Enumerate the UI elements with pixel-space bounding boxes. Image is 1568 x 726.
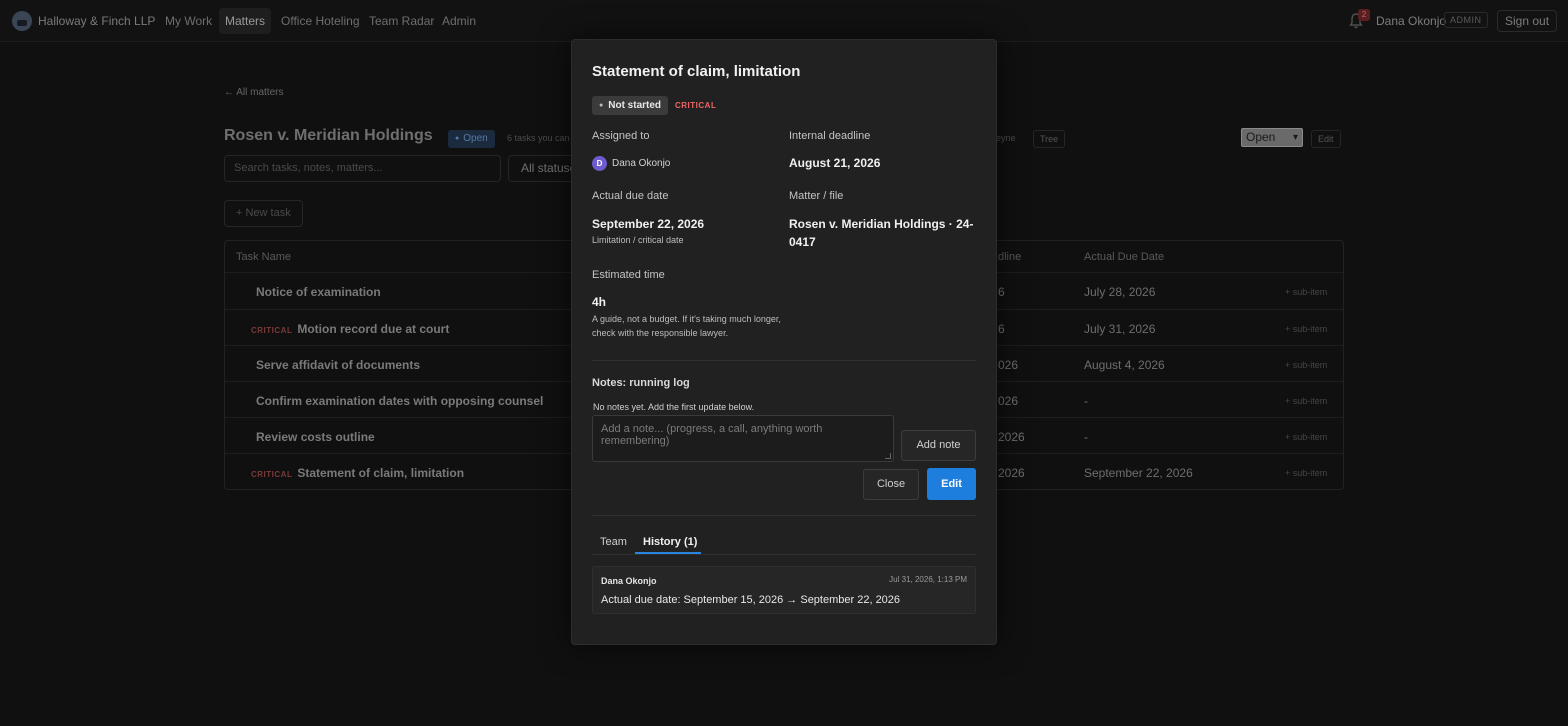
task-deadline: 6 xyxy=(998,322,1005,336)
task-deadline: 026 xyxy=(998,394,1019,408)
task-name: Review costs outline xyxy=(256,430,375,444)
role-badge: ADMIN xyxy=(1444,12,1488,28)
back-to-matters-link[interactable]: ← All matters xyxy=(224,87,283,98)
column-header-deadline[interactable]: dline xyxy=(998,251,1021,263)
task-status-badge: Not started xyxy=(592,96,669,115)
assignee-name: Dana Okonjo xyxy=(612,158,671,169)
search-input[interactable]: Search tasks, notes, matters... xyxy=(224,155,501,182)
add-sub-item-link[interactable]: + sub-item xyxy=(1285,324,1327,334)
matter-file-value: Rosen v. Meridian Holdings · 24-0417 xyxy=(789,217,974,249)
history-change: Actual due date: September 15, 2026 → Se… xyxy=(601,594,901,606)
critical-tag: CRITICAL xyxy=(251,470,293,479)
critical-tag: CRITICAL xyxy=(251,326,293,335)
internal-deadline-value: August 21, 2026 xyxy=(789,156,881,170)
task-name: Confirm examination dates with opposing … xyxy=(256,394,544,408)
column-header-task-name[interactable]: Task Name xyxy=(236,251,291,263)
nav-office-hoteling[interactable]: Office Hoteling xyxy=(275,8,366,34)
internal-deadline-label: Internal deadline xyxy=(789,130,871,142)
nav-admin[interactable]: Admin xyxy=(436,8,482,34)
add-sub-item-link[interactable]: + sub-item xyxy=(1285,432,1327,442)
actual-due-label: Actual due date xyxy=(592,190,669,202)
critical-priority-tag: CRITICAL xyxy=(675,101,717,110)
estimated-time-label: Estimated time xyxy=(592,269,665,281)
task-actual-due: July 31, 2026 xyxy=(1084,322,1156,336)
notification-count-badge: 2 xyxy=(1358,9,1370,21)
nav-my-work[interactable]: My Work xyxy=(159,8,218,34)
matter-title: Rosen v. Meridian Holdings xyxy=(224,127,433,144)
partial-text: eyne xyxy=(996,133,1016,143)
notes-empty-message: No notes yet. Add the first update below… xyxy=(593,402,755,412)
estimated-time-value: 4h xyxy=(592,295,607,309)
task-name: Statement of claim, limitation xyxy=(297,466,465,480)
history-author: Dana Okonjo xyxy=(601,576,657,586)
task-deadline: 026 xyxy=(998,358,1019,372)
task-name: Motion record due at court xyxy=(297,322,450,336)
task-actual-due: July 28, 2026 xyxy=(1084,285,1156,299)
nav-team-radar[interactable]: Team Radar xyxy=(363,8,440,34)
task-deadline: 2026 xyxy=(998,466,1025,480)
history-entry: Dana Okonjo Jul 31, 2026, 1:13 PM Actual… xyxy=(592,566,976,614)
task-detail-modal: Statement of claim, limitation Not start… xyxy=(571,39,997,645)
divider xyxy=(592,360,976,361)
firm-logo-icon[interactable] xyxy=(12,11,32,31)
detail-tabs: Team History (1) xyxy=(592,533,976,555)
tab-team[interactable]: Team xyxy=(600,536,627,548)
task-actual-due: - xyxy=(1084,394,1088,408)
notes-heading: Notes: running log xyxy=(592,377,690,389)
matter-status-badge: Open xyxy=(448,130,495,148)
add-sub-item-link[interactable]: + sub-item xyxy=(1285,360,1327,370)
matter-status-select[interactable]: Open xyxy=(1241,128,1303,147)
firm-name[interactable]: Halloway & Finch LLP xyxy=(38,14,155,28)
close-button[interactable]: Close xyxy=(863,469,919,500)
edit-matter-button[interactable]: Edit xyxy=(1311,130,1341,148)
task-actual-due: August 4, 2026 xyxy=(1084,358,1165,372)
note-input[interactable]: Add a note... (progress, a call, anythin… xyxy=(592,415,894,462)
assigned-to-label: Assigned to xyxy=(592,130,650,142)
matter-file-label: Matter / file xyxy=(789,190,844,202)
active-tab-indicator xyxy=(635,552,701,554)
edit-button[interactable]: Edit xyxy=(927,468,976,500)
task-name: Notice of examination xyxy=(256,285,381,299)
actual-due-value: September 22, 2026 xyxy=(592,217,705,231)
top-navigation: Halloway & Finch LLP My Work Matters Off… xyxy=(0,0,1568,42)
column-header-actual-due[interactable]: Actual Due Date xyxy=(1084,251,1164,263)
estimated-time-note: A guide, not a budget. If it's taking mu… xyxy=(592,314,781,338)
task-name: Serve affidavit of documents xyxy=(256,358,421,372)
task-actual-due: September 22, 2026 xyxy=(1084,466,1193,480)
tab-history[interactable]: History (1) xyxy=(643,536,697,548)
sign-out-button[interactable]: Sign out xyxy=(1497,10,1558,32)
task-actual-due: - xyxy=(1084,430,1088,444)
note-placeholder: Add a note... (progress, a call, anythin… xyxy=(601,423,823,447)
add-sub-item-link[interactable]: + sub-item xyxy=(1285,287,1327,297)
add-note-button[interactable]: Add note xyxy=(901,430,976,461)
nav-matters[interactable]: Matters xyxy=(219,8,272,34)
task-deadline: 6 xyxy=(998,285,1005,299)
divider xyxy=(592,515,976,516)
avatar: D xyxy=(592,156,607,171)
add-sub-item-link[interactable]: + sub-item xyxy=(1285,468,1327,478)
history-timestamp: Jul 31, 2026, 1:13 PM xyxy=(889,575,967,584)
modal-title: Statement of claim, limitation xyxy=(592,63,801,80)
current-user-name: Dana Okonjo xyxy=(1376,14,1447,28)
new-task-button[interactable]: + New task xyxy=(224,200,303,227)
task-deadline: 2026 xyxy=(998,430,1025,444)
tree-view-button[interactable]: Tree xyxy=(1033,130,1066,148)
resize-handle-icon[interactable] xyxy=(885,453,891,459)
actual-due-note: Limitation / critical date xyxy=(592,235,684,245)
tasks-count-note: 6 tasks you can xyxy=(507,133,570,143)
add-sub-item-link[interactable]: + sub-item xyxy=(1285,396,1327,406)
